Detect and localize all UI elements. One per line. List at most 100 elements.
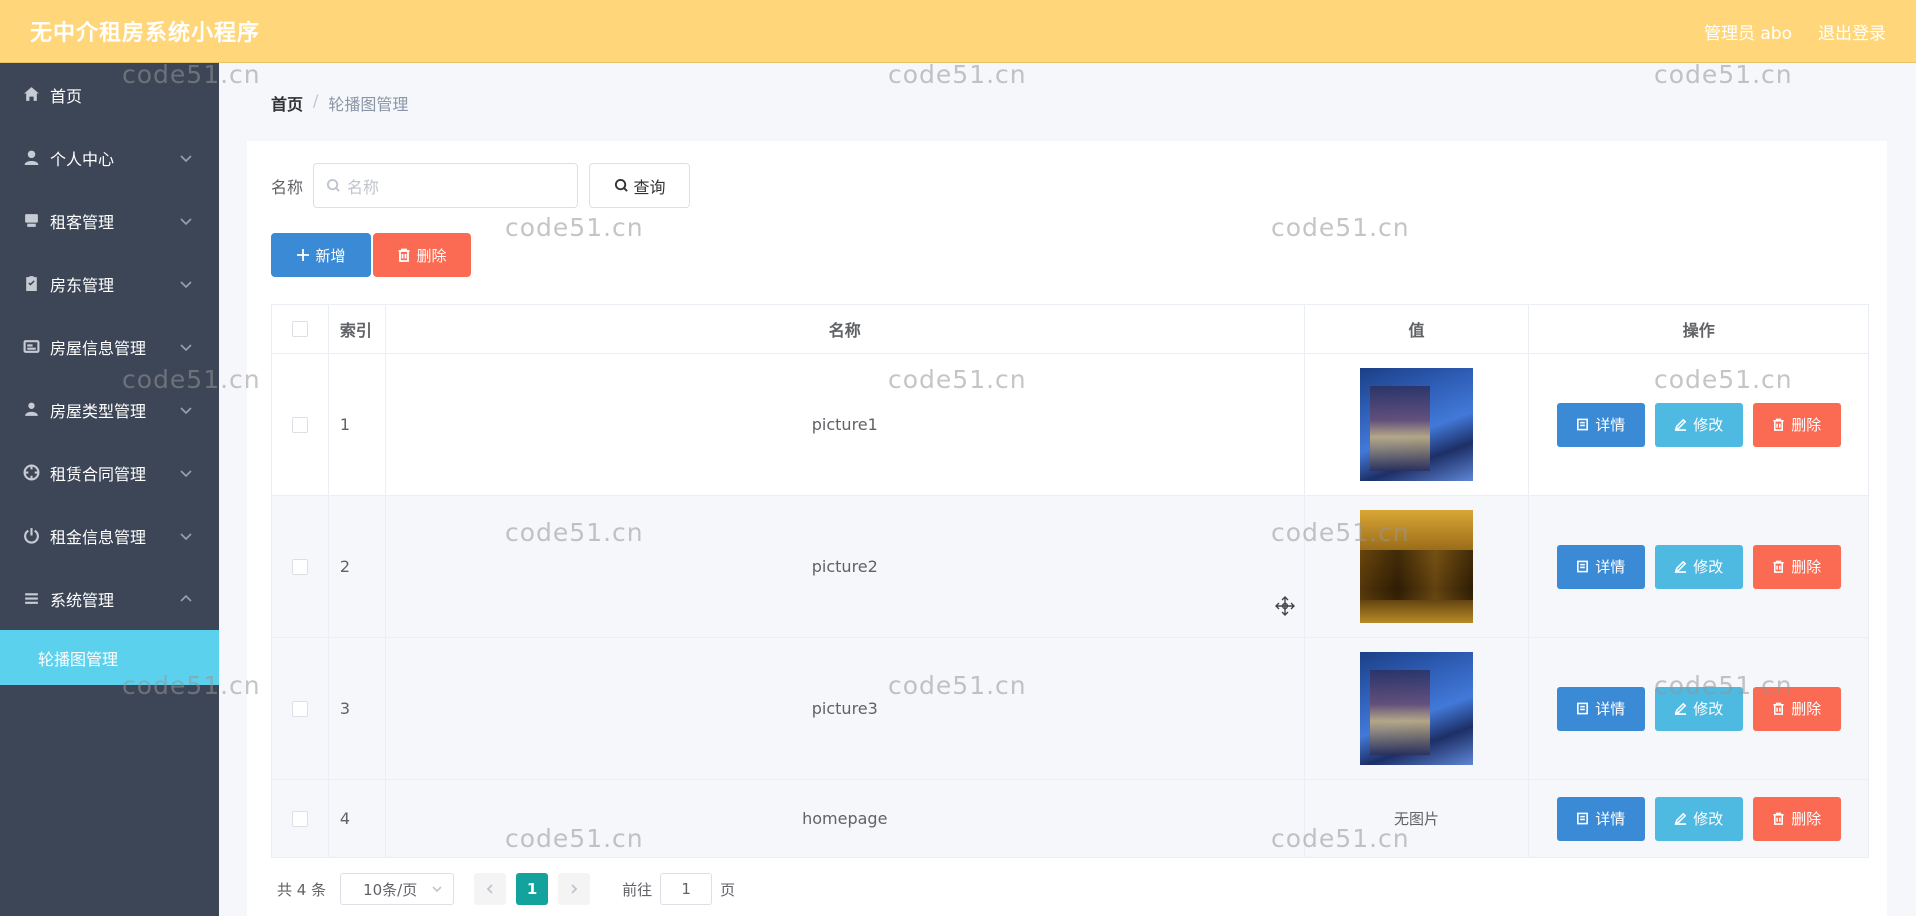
goto-page-input[interactable]: 1	[660, 873, 713, 905]
main-content: 首页 / 轮播图管理 名称 名称 查询 新增 删除 索引 名称 值 操作 1 p…	[219, 63, 1916, 916]
edit-label: 修改	[1693, 558, 1724, 576]
detail-label: 详情	[1595, 558, 1626, 576]
table-row: 3 picture3 详情 修改 删除	[272, 638, 1868, 780]
row-ops: 详情 修改 删除	[1529, 638, 1868, 779]
add-button[interactable]: 新增	[271, 233, 371, 277]
sidebar-item-personal[interactable]: 个人中心	[0, 126, 219, 189]
power-icon	[22, 527, 40, 545]
top-header: 无中介租房系统小程序 管理员 abo 退出登录	[0, 0, 1916, 63]
tenant-icon	[22, 212, 40, 230]
sidebar-item-label: 房屋信息管理	[50, 338, 147, 358]
delete-button[interactable]: 删除	[1752, 544, 1841, 589]
thumbnail-image[interactable]	[1360, 510, 1474, 623]
row-ops: 详情 修改 删除	[1529, 496, 1868, 637]
batch-delete-label: 删除	[416, 246, 447, 265]
detail-button[interactable]: 详情	[1556, 544, 1645, 589]
detail-label: 详情	[1595, 700, 1626, 718]
row-checkbox[interactable]	[291, 700, 308, 717]
thumbnail-image[interactable]	[1360, 652, 1474, 765]
table-row: 4 homepage 无图片 详情 修改 删除	[272, 780, 1868, 858]
sidebar-subitem-carousel[interactable]: 轮播图管理	[0, 630, 219, 685]
row-ops: 详情 修改 删除	[1529, 354, 1868, 495]
row-select-cell	[272, 354, 329, 495]
sidebar-item-label: 首页	[50, 86, 83, 106]
sidebar-item-rent[interactable]: 租金信息管理	[0, 504, 219, 567]
edit-button[interactable]: 修改	[1654, 686, 1743, 731]
delete-button[interactable]: 删除	[1752, 402, 1841, 447]
trash-icon	[1773, 560, 1784, 573]
sidebar-item-label: 房屋类型管理	[50, 401, 147, 421]
page-suffix: 页	[720, 880, 736, 899]
chevron-down-icon	[179, 465, 193, 479]
pencil-icon	[1674, 418, 1687, 431]
next-page-button[interactable]	[558, 873, 591, 905]
row-ops: 详情 修改 删除	[1529, 780, 1868, 857]
delete-button[interactable]: 删除	[1752, 796, 1841, 841]
content-card: 名称 名称 查询 新增 删除 索引 名称 值 操作 1 picture1 详情 …	[247, 141, 1887, 916]
delete-label: 删除	[1791, 416, 1822, 434]
header-ops: 操作	[1682, 321, 1715, 340]
chevron-down-icon	[179, 339, 193, 353]
row-checkbox[interactable]	[291, 416, 308, 433]
chevron-down-icon	[179, 150, 193, 164]
document-icon	[1577, 812, 1589, 825]
sidebar-item-label: 租赁合同管理	[50, 464, 147, 484]
delete-label: 删除	[1791, 810, 1822, 828]
header-value: 值	[1305, 305, 1530, 353]
thumbnail-image[interactable]	[1360, 368, 1474, 481]
table-row: 1 picture1 详情 修改 删除	[272, 354, 1868, 496]
sidebar-item-house-type[interactable]: 房屋类型管理	[0, 378, 219, 441]
document-icon	[1577, 418, 1589, 431]
edit-button[interactable]: 修改	[1654, 544, 1743, 589]
search-placeholder: 名称	[347, 177, 380, 197]
sidebar-item-landlord[interactable]: 房东管理	[0, 252, 219, 315]
row-index: 1	[329, 354, 386, 495]
detail-button[interactable]: 详情	[1556, 686, 1645, 731]
detail-button[interactable]: 详情	[1556, 402, 1645, 447]
page-number-current[interactable]: 1	[516, 873, 549, 905]
row-checkbox[interactable]	[291, 558, 308, 575]
select-all-checkbox[interactable]	[291, 321, 308, 337]
trash-icon	[1773, 702, 1784, 715]
sidebar-item-contract[interactable]: 租赁合同管理	[0, 441, 219, 504]
row-index: 3	[329, 638, 386, 779]
pagination-total: 共 4 条	[277, 880, 327, 899]
logout-link[interactable]: 退出登录	[1818, 19, 1886, 44]
row-index: 4	[329, 780, 386, 857]
sidebar: 首页 个人中心 租客管理 房东管理 房屋信息管理 房屋类型管理 租赁合同管理 租…	[0, 63, 219, 916]
sidebar-item-label: 房东管理	[50, 275, 115, 295]
row-select-cell	[272, 496, 329, 637]
detail-button[interactable]: 详情	[1556, 796, 1645, 841]
chevron-down-icon	[432, 886, 442, 893]
page-size-select[interactable]: 10条/页	[340, 873, 455, 905]
row-value	[1305, 496, 1530, 637]
page-size-value: 10条/页	[363, 880, 418, 899]
list-icon	[22, 590, 40, 608]
row-checkbox[interactable]	[291, 810, 308, 827]
chevron-down-icon	[179, 276, 193, 290]
edit-label: 修改	[1693, 810, 1724, 828]
row-name: picture2	[386, 496, 1305, 637]
edit-button[interactable]: 修改	[1654, 796, 1743, 841]
breadcrumb-home[interactable]: 首页	[271, 91, 303, 115]
sidebar-item-system[interactable]: 系统管理	[0, 567, 219, 630]
batch-delete-button[interactable]: 删除	[373, 233, 471, 277]
prev-page-button[interactable]	[474, 873, 507, 905]
edit-button[interactable]: 修改	[1654, 402, 1743, 447]
document-icon	[1577, 702, 1589, 715]
row-select-cell	[272, 780, 329, 857]
row-name: picture3	[386, 638, 1305, 779]
chevron-down-icon	[179, 528, 193, 542]
query-button[interactable]: 查询	[589, 163, 691, 208]
sidebar-item-home[interactable]: 首页	[0, 63, 219, 126]
search-row: 名称 名称 查询	[271, 163, 691, 208]
person-icon	[22, 401, 40, 419]
delete-button[interactable]: 删除	[1752, 686, 1841, 731]
breadcrumb-separator: /	[313, 91, 319, 110]
pencil-icon	[1674, 560, 1687, 573]
sidebar-item-tenant[interactable]: 租客管理	[0, 189, 219, 252]
search-input[interactable]: 名称	[313, 163, 579, 208]
table-row: 2 picture2 详情 修改 删除	[272, 496, 1868, 638]
row-name: picture1	[386, 354, 1305, 495]
sidebar-item-house-info[interactable]: 房屋信息管理	[0, 315, 219, 378]
